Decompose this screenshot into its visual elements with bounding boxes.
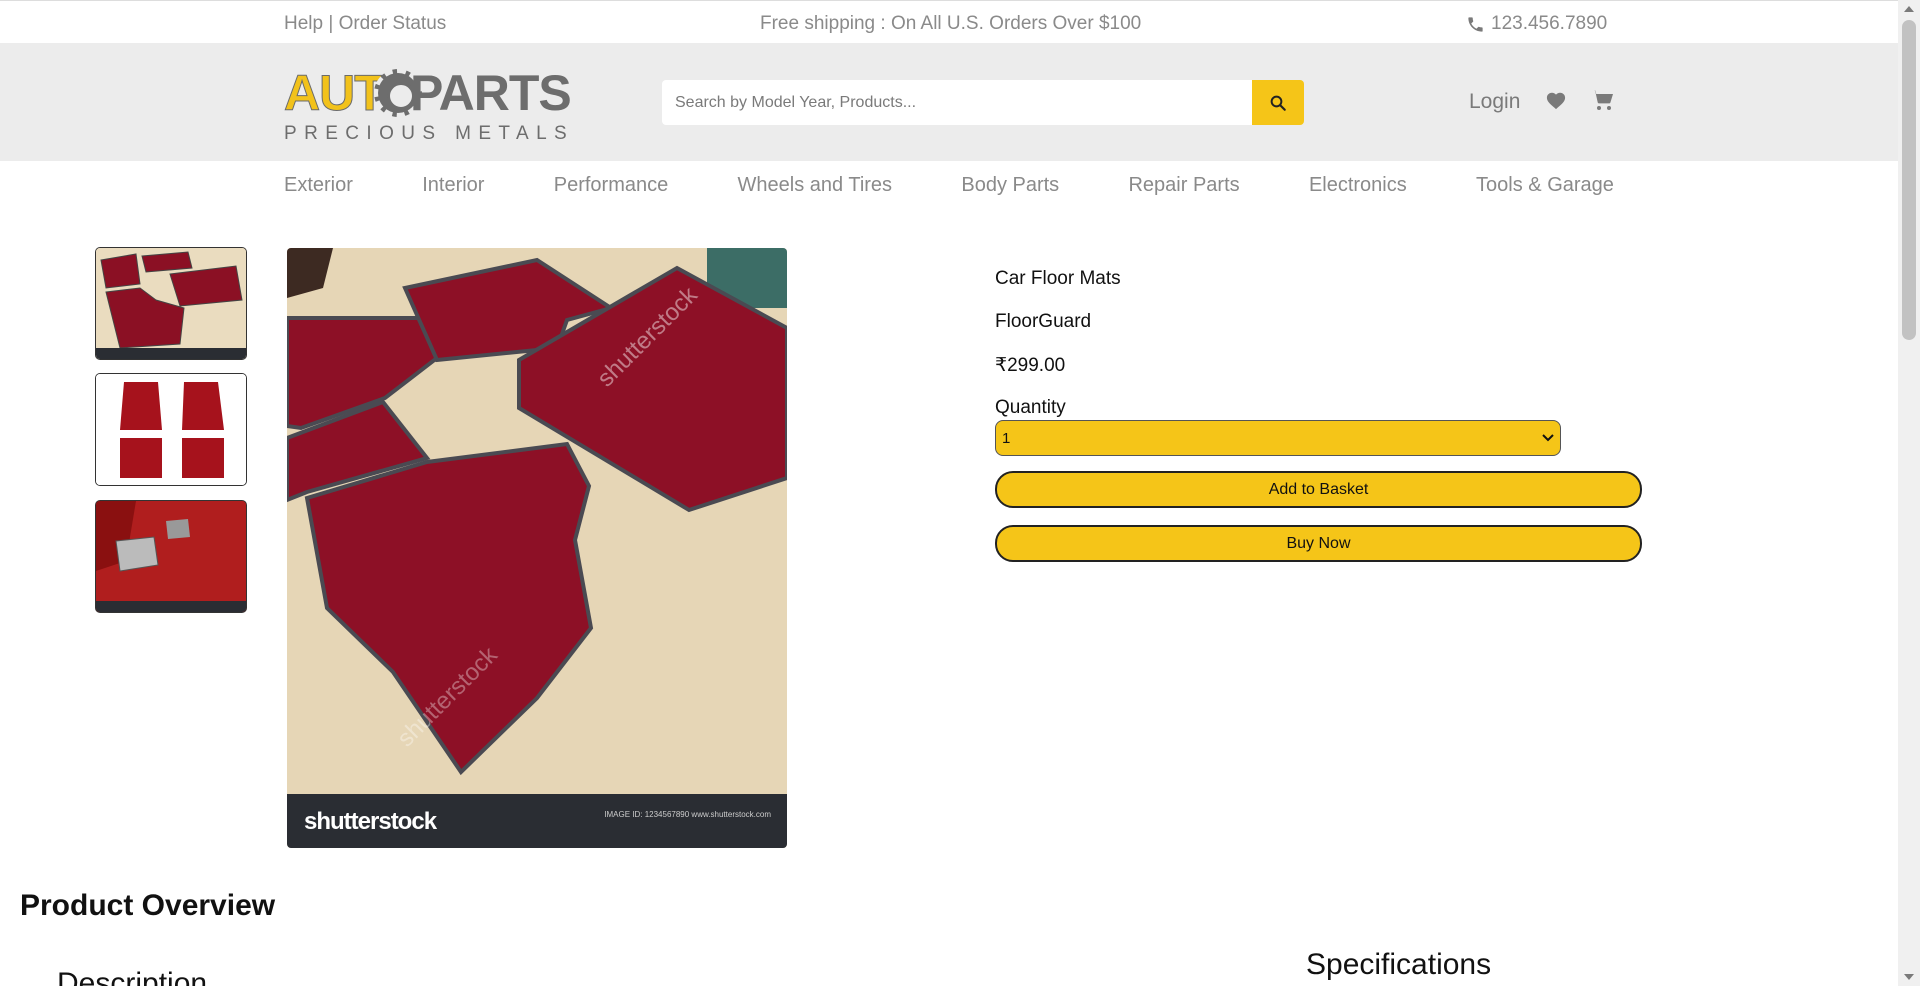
chevron-down-icon bbox=[1542, 434, 1554, 442]
product-brand: FloorGuard bbox=[995, 311, 1092, 332]
autoparts-logo[interactable]: AUT PARTS PRECIOUS METALS bbox=[284, 65, 579, 145]
product-price: ₹299.00 bbox=[995, 355, 1066, 376]
image-id-text: IMAGE ID: 1234567890 www.shutterstock.co… bbox=[604, 810, 771, 819]
logo-text-right: PARTS bbox=[410, 65, 572, 121]
quantity-selected-value: 1 bbox=[1002, 429, 1011, 447]
product-overview-heading: Product Overview bbox=[20, 889, 276, 922]
buy-now-button[interactable]: Buy Now bbox=[995, 525, 1642, 562]
quantity-label: Quantity bbox=[995, 397, 1066, 418]
product-thumbnail-3[interactable] bbox=[95, 500, 247, 613]
search-button[interactable] bbox=[1252, 80, 1304, 125]
phone-number: 123.456.7890 bbox=[1491, 13, 1608, 34]
phone-icon bbox=[1468, 16, 1483, 32]
heart-icon bbox=[1546, 92, 1566, 110]
nav-item-tools-garage[interactable]: Tools & Garage bbox=[1476, 174, 1614, 204]
product-thumbnail-2[interactable] bbox=[95, 373, 247, 486]
page-scrollbar[interactable] bbox=[1898, 0, 1920, 986]
floor-mats-set-thumbnail-image bbox=[96, 374, 246, 485]
nav-item-interior[interactable]: Interior bbox=[422, 174, 484, 204]
specifications-heading: Specifications bbox=[1306, 948, 1492, 981]
cart-button[interactable] bbox=[1590, 89, 1614, 116]
cart-icon bbox=[1591, 90, 1613, 110]
scrollbar-thumb[interactable] bbox=[1902, 20, 1916, 340]
scroll-down-arrow-icon[interactable] bbox=[1904, 974, 1914, 980]
wishlist-button[interactable] bbox=[1545, 90, 1567, 115]
floor-mats-main-image: shutterstock shutterstock bbox=[287, 248, 787, 794]
product-main-image[interactable]: shutterstock shutterstock shutterstock I… bbox=[287, 248, 787, 848]
logo-subtitle: PRECIOUS METALS bbox=[284, 123, 575, 144]
site-header: AUT PARTS PRECIOUS METALS Login bbox=[0, 43, 1898, 161]
nav-item-repair-parts[interactable]: Repair Parts bbox=[1128, 174, 1239, 204]
login-link[interactable]: Login bbox=[1469, 90, 1520, 114]
car-interior-thumbnail-image bbox=[96, 501, 246, 612]
search-input[interactable] bbox=[662, 80, 1252, 125]
nav-item-body-parts[interactable]: Body Parts bbox=[961, 174, 1059, 204]
nav-item-exterior[interactable]: Exterior bbox=[284, 174, 353, 204]
description-heading: Description bbox=[57, 967, 208, 986]
nav-item-wheels-and-tires[interactable]: Wheels and Tires bbox=[738, 174, 893, 204]
search-bar bbox=[662, 80, 1304, 125]
top-bar: Help | Order Status Free shipping : On A… bbox=[0, 0, 1898, 43]
product-title: Car Floor Mats bbox=[995, 268, 1121, 289]
logo-text-left: AUT bbox=[284, 65, 386, 121]
free-shipping-banner: Free shipping : On All U.S. Orders Over … bbox=[760, 13, 1142, 34]
help-order-status-links[interactable]: Help | Order Status bbox=[284, 13, 446, 35]
search-icon bbox=[1270, 95, 1286, 111]
add-to-basket-button[interactable]: Add to Basket bbox=[995, 471, 1642, 508]
scroll-up-arrow-icon[interactable] bbox=[1904, 6, 1914, 12]
quantity-select[interactable]: 1 bbox=[995, 420, 1561, 456]
image-watermark-footer: shutterstock IMAGE ID: 1234567890 www.sh… bbox=[287, 794, 787, 848]
category-nav: Exterior Interior Performance Wheels and… bbox=[284, 174, 1614, 204]
floor-mats-thumbnail-image bbox=[96, 248, 246, 359]
nav-item-performance[interactable]: Performance bbox=[554, 174, 669, 204]
product-thumbnail-1[interactable] bbox=[95, 247, 247, 360]
nav-item-electronics[interactable]: Electronics bbox=[1309, 174, 1407, 204]
image-watermark-text: shutterstock bbox=[304, 808, 437, 835]
contact-phone[interactable]: 123.456.7890 bbox=[1466, 13, 1607, 35]
